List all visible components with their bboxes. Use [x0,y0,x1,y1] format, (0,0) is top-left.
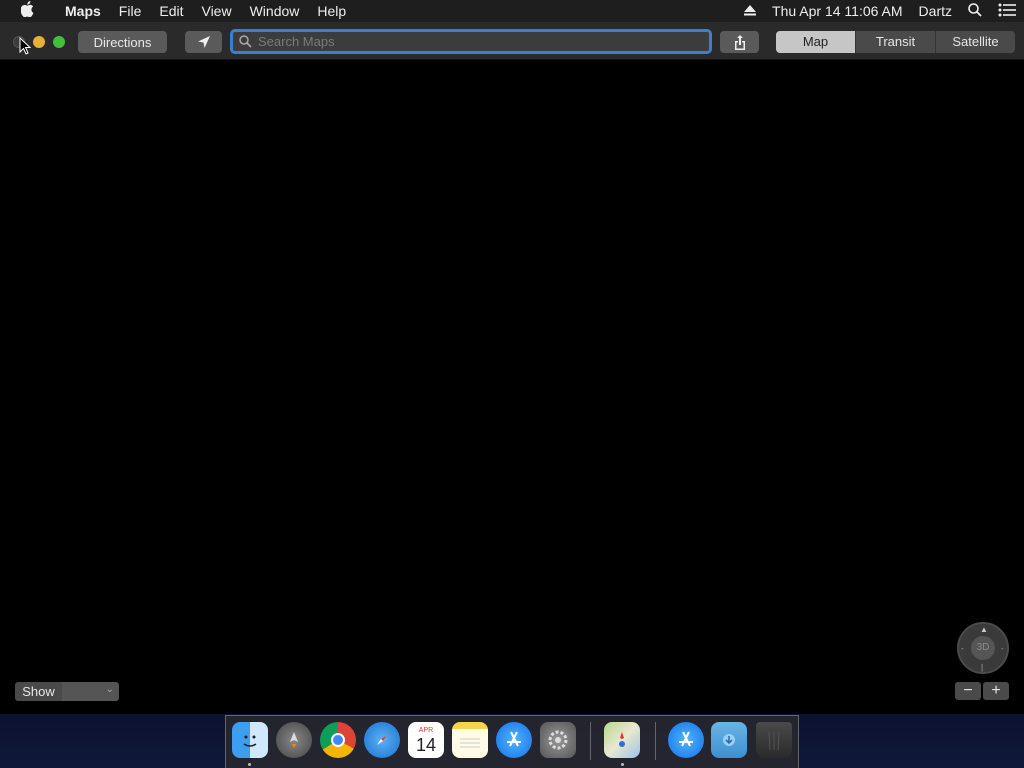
menu-app-name[interactable]: Maps [56,0,110,22]
apple-logo-icon[interactable] [0,1,56,21]
notes-icon[interactable] [452,722,488,758]
zoom-out-button[interactable]: − [955,682,981,700]
compass-west-icon: - [961,644,964,653]
menubar-datetime[interactable]: Thu Apr 14 11:06 AM [764,3,911,19]
compass-north-icon: ▲ [980,625,988,634]
search-placeholder: Search Maps [258,34,335,49]
compass-east-icon: - [1001,644,1004,653]
maps-toolbar: Directions Search Maps Map Transit Satel… [0,22,1024,60]
menubar-user[interactable]: Dartz [911,3,960,19]
compass-control[interactable]: ▲ - - | 3D [957,622,1009,674]
menu-window[interactable]: Window [241,0,309,22]
show-label[interactable]: Show [15,682,62,701]
chevron-down-icon: ⌄ [105,684,114,695]
calendar-icon[interactable]: APR 14 [408,722,444,758]
menu-file[interactable]: File [110,0,151,22]
menu-bar: Maps File Edit View Window Help Thu Apr … [0,0,1024,22]
notification-center-icon[interactable] [990,3,1024,20]
app-store-icon[interactable] [668,722,704,758]
downloads-folder-icon[interactable] [711,722,747,758]
search-icon [239,35,252,48]
calendar-month: APR [418,726,434,734]
maps-icon[interactable] [604,722,640,758]
eject-icon[interactable] [736,3,764,19]
trash-icon[interactable] [756,722,792,758]
mouse-cursor-icon [19,37,31,55]
spotlight-search-icon[interactable] [960,2,990,20]
window-minimize-button[interactable] [33,36,45,48]
map-canvas[interactable] [0,61,1024,714]
3d-toggle-button[interactable]: 3D [971,636,995,660]
dock-separator [590,722,591,760]
menu-edit[interactable]: Edit [150,0,192,22]
finder-icon[interactable] [232,722,268,758]
share-icon [734,34,745,50]
chrome-icon[interactable] [320,722,356,758]
menu-help[interactable]: Help [308,0,355,22]
directions-button[interactable]: Directions [78,31,167,53]
menu-view[interactable]: View [192,0,240,22]
map-type-segmented-control: Map Transit Satellite [776,31,1015,53]
calendar-day: 14 [415,734,437,755]
zoom-in-button[interactable]: + [983,682,1009,700]
window-zoom-button[interactable] [53,36,65,48]
search-field[interactable]: Search Maps [230,29,712,54]
system-preferences-icon[interactable] [540,722,576,758]
map-type-map[interactable]: Map [776,31,855,53]
current-location-button[interactable] [185,31,222,53]
app-store-icon[interactable] [496,722,532,758]
map-type-satellite[interactable]: Satellite [935,31,1015,53]
compass-south-icon: | [981,663,984,672]
safari-icon[interactable] [364,722,400,758]
show-popup-select[interactable]: ⌄ [62,682,119,701]
map-type-transit[interactable]: Transit [855,31,935,53]
maps-running-indicator [621,763,624,766]
dock-separator [655,722,656,760]
share-button[interactable] [720,31,759,53]
finder-running-indicator [248,763,251,766]
location-arrow-icon [197,36,210,48]
launchpad-icon[interactable] [276,722,312,758]
